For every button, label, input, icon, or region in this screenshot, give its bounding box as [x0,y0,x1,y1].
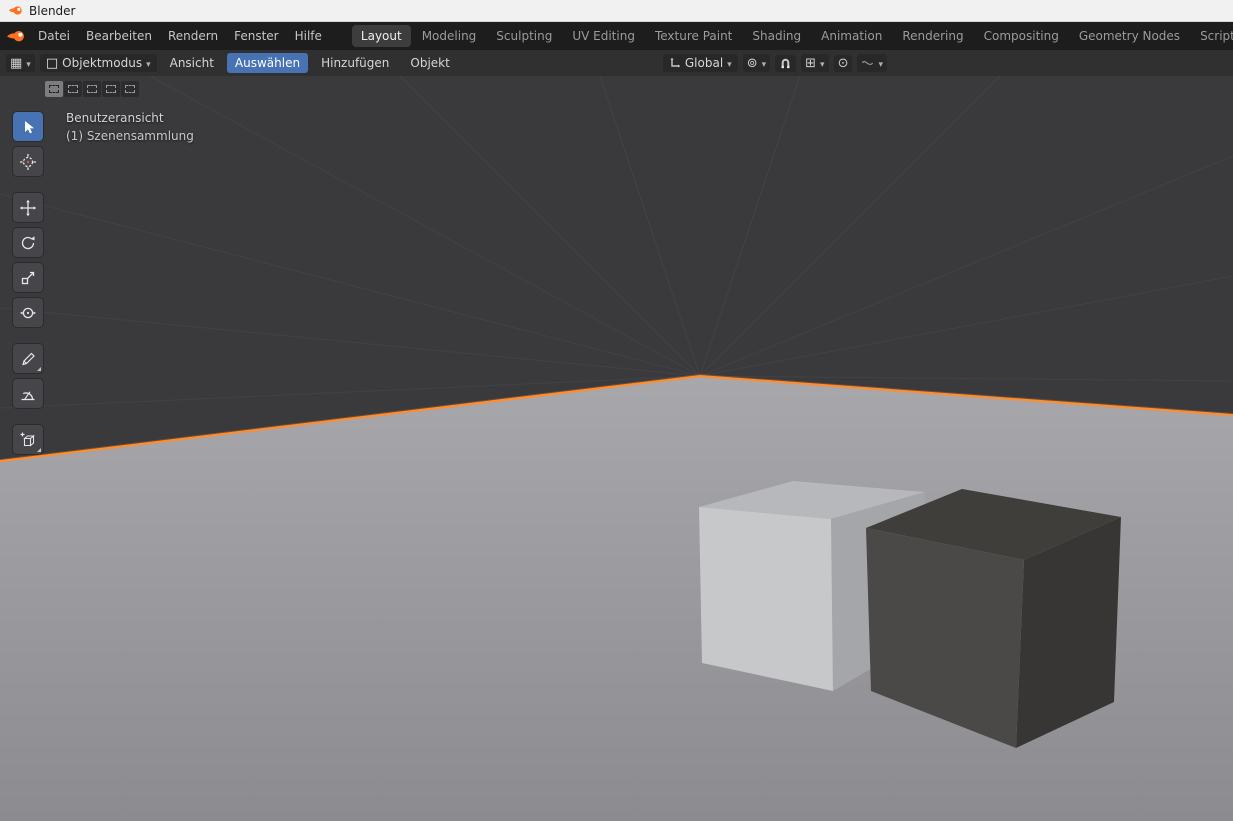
mode-dropdown-label: Objektmodus [62,56,143,70]
tab-animation[interactable]: Animation [812,25,891,47]
snap-toggle-button[interactable] [775,54,797,72]
pivot-point-icon [747,57,758,70]
marquee-glyph [49,85,59,93]
topbar: Datei Bearbeiten Rendern Fenster Hilfe L… [0,22,1233,50]
menu-objekt[interactable]: Objekt [402,53,457,73]
tab-sculpting[interactable]: Sculpting [487,25,561,47]
tab-shading[interactable]: Shading [743,25,810,47]
chevron-down-icon [146,56,151,70]
tweak-select-icon [25,120,34,133]
proportional-editing-icon [838,57,849,70]
pivot-point-dropdown[interactable] [742,54,771,72]
snap-with-icon [805,57,816,70]
scale-button[interactable] [13,263,43,292]
measure-button[interactable] [13,379,43,408]
snap-magnet-icon [781,58,790,68]
menu-auswaehlen[interactable]: Auswählen [226,53,309,73]
chevron-down-icon [26,56,31,70]
scale-icon [21,271,35,284]
tool-shelf-gap [13,414,43,425]
select-subtract-icon[interactable] [83,81,101,97]
menu-fenster[interactable]: Fenster [226,26,287,46]
viewport-scene [0,76,1233,821]
editor-type-dropdown[interactable] [6,54,35,72]
select-set-icon[interactable] [45,81,63,97]
marquee-glyph [106,85,116,93]
blender-logo-icon [8,6,22,15]
blender-window: Blender Datei Bearbeiten Rendern Fenster… [0,0,1233,821]
menu-rendern[interactable]: Rendern [160,26,226,46]
workspace-tabs: Layout Modeling Sculpting UV Editing Tex… [351,25,1233,47]
measure-icon [21,390,35,400]
rotate-button[interactable] [13,228,43,257]
window-title: Blender [29,3,76,18]
chevron-down-icon [762,56,767,70]
orientation-icon [670,57,681,68]
annotate-button[interactable] [13,344,43,373]
tab-layout[interactable]: Layout [351,25,411,47]
blender-logo-icon [7,31,24,42]
marquee-glyph [125,85,135,93]
3d-viewport[interactable]: Benutzeransicht (1) Szenensammlung [0,76,1233,821]
select-invert-icon[interactable] [102,81,120,97]
tab-rendering[interactable]: Rendering [893,25,972,47]
orientation-dropdown[interactable]: Global [662,54,738,72]
move-button[interactable] [13,193,43,222]
menu-ansicht[interactable]: Ansicht [162,53,222,73]
transform-snap-controls: Global [662,54,887,72]
rotate-icon [21,235,35,249]
menu-bearbeiten[interactable]: Bearbeiten [78,26,160,46]
editor-type-icon [10,57,22,70]
proportional-editing-button[interactable] [833,54,853,72]
viewport-header: Objektmodus Ansicht Auswählen Hinzufügen… [0,50,1233,76]
add-cube-icon [20,432,36,447]
transform-icon [20,307,36,318]
select-extend-icon[interactable] [64,81,82,97]
marquee-glyph [68,85,78,93]
blender-menu-button[interactable] [6,29,26,43]
tab-geometry-nodes[interactable]: Geometry Nodes [1070,25,1189,47]
object-mode-icon [46,57,58,70]
cursor-3d-button[interactable] [13,147,43,176]
menu-hilfe[interactable]: Hilfe [287,26,330,46]
marquee-glyph [87,85,97,93]
tab-scripting[interactable]: Scripting [1191,25,1233,47]
chevron-down-icon [820,56,825,70]
tab-uv-editing[interactable]: UV Editing [563,25,644,47]
mode-dropdown[interactable]: Objektmodus [39,54,157,72]
titlebar: Blender [0,0,1233,22]
move-icon [19,199,37,216]
snap-with-dropdown[interactable] [801,54,829,72]
menu-datei[interactable]: Datei [30,26,78,46]
falloff-dropdown[interactable] [857,54,887,72]
chevron-down-icon [878,56,883,70]
falloff-curve-icon [862,60,874,66]
tool-shelf-gap [13,333,43,344]
tab-modeling[interactable]: Modeling [413,25,486,47]
menu-hinzufuegen[interactable]: Hinzufügen [313,53,397,73]
tab-texture-paint[interactable]: Texture Paint [646,25,741,47]
transform-button[interactable] [13,298,43,327]
add-cube-button[interactable] [13,425,43,454]
tab-compositing[interactable]: Compositing [975,25,1068,47]
select-intersect-icon[interactable] [121,81,139,97]
tool-shelf-gap [13,182,43,193]
tweak-select-button[interactable] [13,112,43,141]
chevron-down-icon [727,56,732,70]
cursor-3d-icon [20,153,36,170]
annotate-icon [22,352,35,365]
select-mode-buttons [45,81,139,97]
tool-shelf [13,112,43,460]
orientation-label: Global [684,56,724,70]
